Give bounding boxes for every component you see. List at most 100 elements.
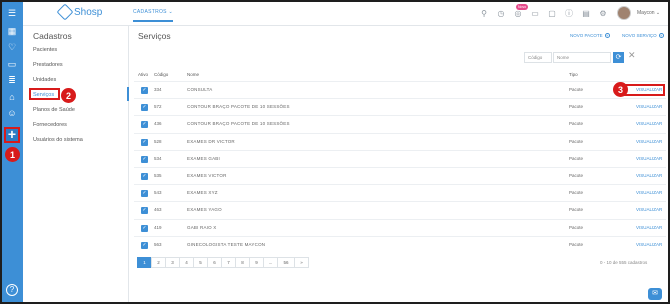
- col-name[interactable]: Nome: [187, 72, 199, 77]
- view-button[interactable]: VISUALIZAR: [636, 173, 662, 178]
- active-checkbox[interactable]: ✓: [141, 190, 148, 198]
- row-code: 563: [154, 241, 162, 247]
- table-header: Ativo Código Nome Tipo: [138, 70, 666, 81]
- col-code[interactable]: Código: [154, 72, 168, 77]
- row-type: Pacote: [569, 138, 584, 144]
- page-button[interactable]: 3: [165, 257, 180, 268]
- row-code: 334: [154, 87, 162, 92]
- active-checkbox[interactable]: ✓: [141, 138, 148, 146]
- view-button[interactable]: VISUALIZAR: [636, 139, 662, 144]
- row-type: Pacote: [569, 241, 584, 247]
- row-code: 543: [154, 190, 162, 196]
- col-type[interactable]: Tipo: [569, 72, 578, 77]
- page-button[interactable]: 7: [221, 257, 236, 268]
- avatar[interactable]: [617, 6, 631, 20]
- active-checkbox[interactable]: ✓: [141, 87, 148, 94]
- table-row: ✓ 563 GINECOLOGISTA TESTE MAYCON Pacote VISU…: [134, 235, 666, 253]
- view-button[interactable]: VISUALIZAR: [636, 190, 662, 195]
- page-button[interactable]: 6: [207, 257, 222, 268]
- users-icon[interactable]: ☺: [5, 106, 19, 120]
- row-type: Pacote: [569, 87, 584, 92]
- help-icon[interactable]: ?: [6, 284, 18, 296]
- active-checkbox[interactable]: ✓: [141, 121, 148, 129]
- row-code: 572: [154, 104, 162, 110]
- col-active[interactable]: Ativo: [138, 72, 148, 77]
- page-button[interactable]: »: [294, 257, 309, 268]
- refresh-filter-button[interactable]: ⟳: [613, 52, 624, 63]
- row-name: CONTOUR BRAÇO PACOTE DE 10 SESSÕES: [187, 104, 290, 110]
- sidebar-title: Cadastros: [33, 31, 72, 41]
- page-button[interactable]: 56: [277, 257, 295, 268]
- chat-icon[interactable]: ✉: [648, 288, 662, 300]
- module-tab[interactable]: CADASTROS ⌄: [133, 9, 174, 22]
- row-name: GABI RAIO X: [187, 224, 217, 230]
- close-icon[interactable]: ✕: [628, 50, 636, 61]
- page-button[interactable]: 5: [193, 257, 208, 268]
- active-checkbox[interactable]: ✓: [141, 172, 148, 180]
- row-name: EXAMES DR VICTOR: [187, 138, 235, 144]
- page-button[interactable]: 9: [249, 257, 264, 268]
- menu-icon[interactable]: ☰: [5, 6, 19, 20]
- calendar-icon[interactable]: ▦: [5, 24, 19, 38]
- active-checkbox[interactable]: ✓: [141, 155, 148, 163]
- active-checkbox[interactable]: ✓: [141, 241, 148, 249]
- add-button[interactable]: +: [4, 127, 20, 143]
- monitor-icon[interactable]: ▢: [547, 8, 557, 18]
- table-row: ✓ 528 EXAMES DR VICTOR Pacote VISUALIZAR: [134, 132, 666, 150]
- view-button[interactable]: VISUALIZAR: [636, 104, 662, 109]
- table-row: ✓ 334 CONSULTA Pacote VISUALIZAR: [134, 81, 666, 98]
- row-name: CONTOUR BRAÇO PACOTE DE 10 SESSÕES: [187, 121, 290, 127]
- messages-icon[interactable]: ▭: [530, 8, 540, 18]
- row-type: Pacote: [569, 121, 584, 127]
- row-name: GINECOLOGISTA TESTE MAYCON: [187, 241, 266, 247]
- record-count: 0 - 10 de 555 cadastros: [600, 260, 648, 265]
- database-icon[interactable]: ≣: [5, 73, 19, 87]
- view-button[interactable]: VISUALIZAR: [636, 121, 662, 126]
- sidebar-item-prestadores[interactable]: Prestadores: [33, 62, 63, 68]
- view-button[interactable]: VISUALIZAR: [636, 156, 662, 161]
- table-row: ✓ 572 CONTOUR BRAÇO PACOTE DE 10 SESSÕES Pa…: [134, 98, 666, 115]
- code-filter-input[interactable]: Código: [524, 52, 552, 63]
- row-name: EXAMES YAGO: [187, 207, 222, 213]
- page-button[interactable]: 1: [137, 257, 152, 268]
- new-package-button[interactable]: NOVO PACOTE +: [570, 33, 610, 38]
- new-service-button[interactable]: NOVO SERVIÇO +: [622, 33, 664, 38]
- page-button[interactable]: ...: [263, 257, 278, 268]
- bank-icon[interactable]: ⌂: [5, 90, 19, 104]
- row-type: Pacote: [569, 172, 584, 178]
- row-type: Pacote: [569, 224, 584, 230]
- search-icon[interactable]: ⚲: [479, 8, 489, 18]
- table-row: ✓ 535 EXAMES VICTOR Pacote VISUALIZAR: [134, 166, 666, 184]
- settings-icon[interactable]: ⚙: [598, 8, 608, 18]
- row-code: 535: [154, 172, 162, 178]
- table-row: ✓ 534 EXAMES GABI Pacote VISUALIZAR: [134, 149, 666, 167]
- page-button[interactable]: 4: [179, 257, 194, 268]
- logo-text: Shosp: [74, 6, 103, 18]
- logo[interactable]: Shosp: [56, 3, 103, 21]
- user-name[interactable]: Maycon ⌄: [637, 10, 660, 16]
- reports-icon[interactable]: ▤: [581, 8, 591, 18]
- name-filter-input[interactable]: Nome: [553, 52, 611, 63]
- help-circle-icon[interactable]: ⓘ: [564, 8, 574, 18]
- row-code: 534: [154, 155, 162, 161]
- sidebar-item-pacientes[interactable]: Pacientes: [33, 47, 57, 53]
- sidebar-item-fornecedores[interactable]: Fornecedores: [33, 122, 67, 128]
- heart-icon[interactable]: ♡: [5, 40, 19, 54]
- pagination: 1 2 3 4 5 6 7 8 9... 56»: [137, 257, 309, 268]
- row-name: EXAMES XYZ: [187, 190, 218, 196]
- row-type: Pacote: [569, 207, 584, 213]
- view-button[interactable]: VISUALIZAR: [636, 225, 662, 230]
- active-checkbox[interactable]: ✓: [141, 104, 148, 112]
- page-button[interactable]: 8: [235, 257, 250, 268]
- sidebar-item-unidades[interactable]: Unidades: [33, 77, 56, 83]
- wallet-icon[interactable]: ▭: [5, 57, 19, 71]
- history-icon[interactable]: ◷: [496, 8, 506, 18]
- active-checkbox[interactable]: ✓: [141, 224, 148, 232]
- sidebar-item-planos[interactable]: Planos de Saúde: [33, 107, 75, 113]
- notification-badge: Novo: [516, 4, 529, 10]
- sidebar-item-usuarios[interactable]: Usuários do sistema: [33, 137, 83, 143]
- page-button[interactable]: 2: [151, 257, 166, 268]
- active-checkbox[interactable]: ✓: [141, 207, 148, 215]
- view-button[interactable]: VISUALIZAR: [636, 242, 662, 247]
- view-button[interactable]: VISUALIZAR: [636, 207, 662, 212]
